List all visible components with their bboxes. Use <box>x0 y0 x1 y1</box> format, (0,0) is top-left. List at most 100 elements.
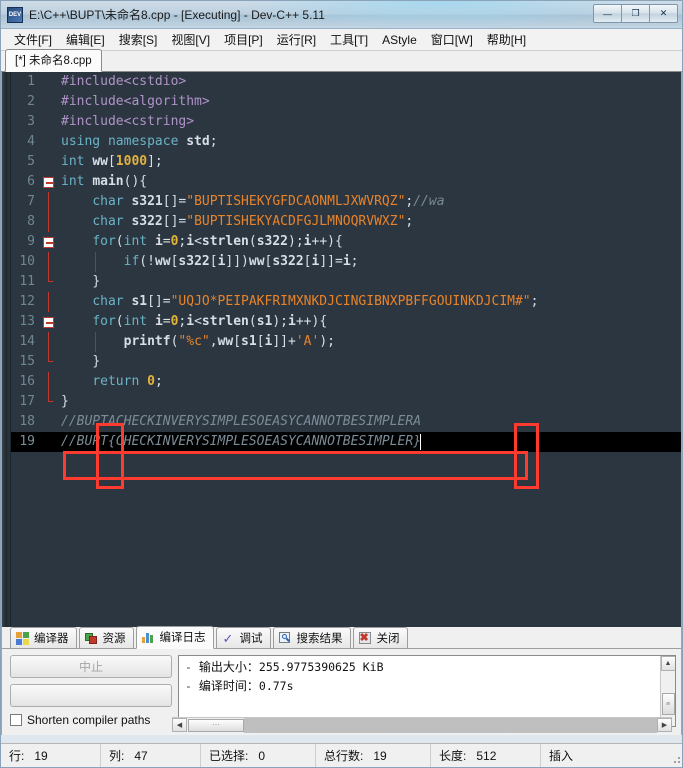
status-col-label: 列: <box>109 749 125 763</box>
code-line[interactable]: 14 printf("%c",ww[s1[i]]+'A'); <box>11 332 681 352</box>
bottom-panel: 编译器 资源 编译日志 ✓ 调试 搜索结果 ✖ 关闭 中止 Shorten co… <box>1 626 682 735</box>
menu-item-astyle[interactable]: AStyle <box>375 31 424 49</box>
code-line-blank[interactable] <box>11 512 681 532</box>
abort-button[interactable]: 中止 <box>10 655 172 678</box>
fold-collapse-icon[interactable] <box>43 237 54 248</box>
shorten-paths-row[interactable]: Shorten compiler paths <box>10 713 172 727</box>
code-line[interactable]: 11 } <box>11 272 681 292</box>
line-number <box>11 452 41 472</box>
scroll-up-icon[interactable]: ▲ <box>660 656 675 671</box>
menu-item-run[interactable]: 运行[R] <box>270 29 323 50</box>
code-line[interactable]: 18 //BUPTACHECKINVERYSIMPLESOEASYCANNOTB… <box>11 412 681 432</box>
menu-item-search[interactable]: 搜索[S] <box>112 29 165 50</box>
menu-item-view[interactable]: 视图[V] <box>164 29 217 50</box>
fold-gutter[interactable] <box>41 252 61 272</box>
code-line-blank[interactable] <box>11 552 681 572</box>
fold-gutter[interactable] <box>41 432 61 452</box>
code-line-blank[interactable] <box>11 572 681 592</box>
fold-collapse-icon[interactable] <box>43 317 54 328</box>
log-tab-search-results[interactable]: 搜索结果 <box>272 627 351 649</box>
code-line-blank[interactable] <box>11 452 681 472</box>
maximize-button[interactable]: ❐ <box>621 4 650 23</box>
code-line-blank[interactable] <box>11 532 681 552</box>
scroll-right-icon[interactable]: ▶ <box>657 718 672 732</box>
fold-gutter[interactable] <box>41 332 61 352</box>
secondary-button[interactable] <box>10 684 172 707</box>
code-line[interactable]: 1 #include<cstdio> <box>11 72 681 92</box>
log-hscroll-track[interactable] <box>244 717 657 733</box>
code-line[interactable]: 13 for(int i=0;i<strlen(s1);i++){ <box>11 312 681 332</box>
fold-gutter[interactable] <box>41 312 61 332</box>
code-line[interactable]: 7 char s321[]="BUPTISHEKYGFDCAONMLJXWVRQ… <box>11 192 681 212</box>
menu-item-file[interactable]: 文件[F] <box>7 29 59 50</box>
fold-gutter[interactable] <box>41 412 61 432</box>
log-tab-debug[interactable]: ✓ 调试 <box>215 627 271 649</box>
scroll-left-icon[interactable]: ◀ <box>172 718 187 732</box>
fold-collapse-icon[interactable] <box>43 177 54 188</box>
fold-gutter[interactable] <box>41 112 61 132</box>
fold-gutter[interactable] <box>41 272 61 292</box>
log-tab-label: 资源 <box>102 633 126 645</box>
fold-gutter[interactable] <box>41 152 61 172</box>
fold-gutter[interactable] <box>41 172 61 192</box>
log-vertical-scrollbar[interactable]: ▲ ≡ <box>660 656 675 726</box>
code-line-selected[interactable]: 19 //BUPT{CHECKINVERYSIMPLESOEASYCANNOTB… <box>11 432 681 452</box>
editor-left-gutter-bar <box>2 72 11 627</box>
log-tab-close[interactable]: ✖ 关闭 <box>352 627 408 649</box>
fold-gutter[interactable] <box>41 372 61 392</box>
log-vscroll-thumb[interactable]: ≡ <box>661 693 675 715</box>
code-line-blank[interactable] <box>11 492 681 512</box>
fold-line <box>48 212 49 232</box>
fold-end <box>48 352 53 362</box>
debug-check-icon: ✓ <box>222 630 234 646</box>
line-number: 12 <box>19 294 35 309</box>
close-button[interactable]: ✕ <box>649 4 678 23</box>
code-line[interactable]: 6 int main(){ <box>11 172 681 192</box>
code-line[interactable]: 3 #include<cstring> <box>11 112 681 132</box>
code-line[interactable]: 8 char s322[]="BUPTISHEKYACDFGJLMNOQRVWX… <box>11 212 681 232</box>
code-line[interactable]: 4 using namespace std; <box>11 132 681 152</box>
code-line[interactable]: 10 if(!ww[s322[i]])ww[s322[i]]=i; <box>11 252 681 272</box>
code-line[interactable]: 16 return 0; <box>11 372 681 392</box>
code-line[interactable]: 2 #include<algorithm> <box>11 92 681 112</box>
menu-item-help[interactable]: 帮助[H] <box>480 29 533 50</box>
log-tab-compiler[interactable]: 编译器 <box>10 627 77 649</box>
status-col-value: 47 <box>134 748 148 763</box>
code-text: #include<cstdio> <box>61 74 187 89</box>
status-selected: 已选择: 0 <box>201 744 316 767</box>
log-hscroll-thumb[interactable]: ⋯ <box>188 718 244 732</box>
menu-item-project[interactable]: 项目[P] <box>217 29 270 50</box>
fold-gutter[interactable] <box>41 392 61 412</box>
log-left-controls: 中止 Shorten compiler paths <box>10 655 172 727</box>
fold-gutter[interactable] <box>41 232 61 252</box>
resize-grip[interactable] <box>670 753 682 765</box>
fold-gutter[interactable] <box>41 212 61 232</box>
fold-gutter[interactable] <box>41 132 61 152</box>
code-line[interactable]: 15 } <box>11 352 681 372</box>
code-text: char s322[]="BUPTISHEKYACDFGJLMNOQRVWXZ"… <box>92 214 414 229</box>
code-line[interactable]: 17 } <box>11 392 681 412</box>
log-tab-resources[interactable]: 资源 <box>78 627 134 649</box>
menu-item-tools[interactable]: 工具[T] <box>323 29 375 50</box>
log-tab-compile-log[interactable]: 编译日志 <box>135 626 214 649</box>
fold-gutter[interactable] <box>41 92 61 112</box>
fold-gutter[interactable] <box>41 292 61 312</box>
fold-gutter[interactable] <box>41 192 61 212</box>
code-line-blank[interactable] <box>11 592 681 612</box>
shorten-paths-checkbox[interactable] <box>10 714 22 726</box>
code-editor[interactable]: 1 #include<cstdio> 2 #include<algorithm>… <box>11 72 681 627</box>
menu-item-window[interactable]: 窗口[W] <box>424 29 480 50</box>
code-line-blank[interactable] <box>11 472 681 492</box>
code-line[interactable]: 12 char s1[]="UQJO*PEIPAKFRIMXNKDJCINGIB… <box>11 292 681 312</box>
fold-gutter[interactable] <box>41 72 61 92</box>
menu-item-edit[interactable]: 编辑[E] <box>59 29 112 50</box>
status-total-lines-label: 总行数: <box>324 749 364 763</box>
fold-gutter[interactable] <box>41 352 61 372</box>
editor-tab-unnamed8[interactable]: [*] 未命名8.cpp <box>5 49 102 72</box>
code-line[interactable]: 9 for(int i=0;i<strlen(s322);i++){ <box>11 232 681 252</box>
log-horizontal-scrollbar[interactable]: ◀ ⋯ ▶ <box>172 717 672 733</box>
minimize-button[interactable]: — <box>593 4 622 23</box>
status-length: 长度: 512 <box>431 744 541 767</box>
code-line[interactable]: 5 int ww[1000]; <box>11 152 681 172</box>
